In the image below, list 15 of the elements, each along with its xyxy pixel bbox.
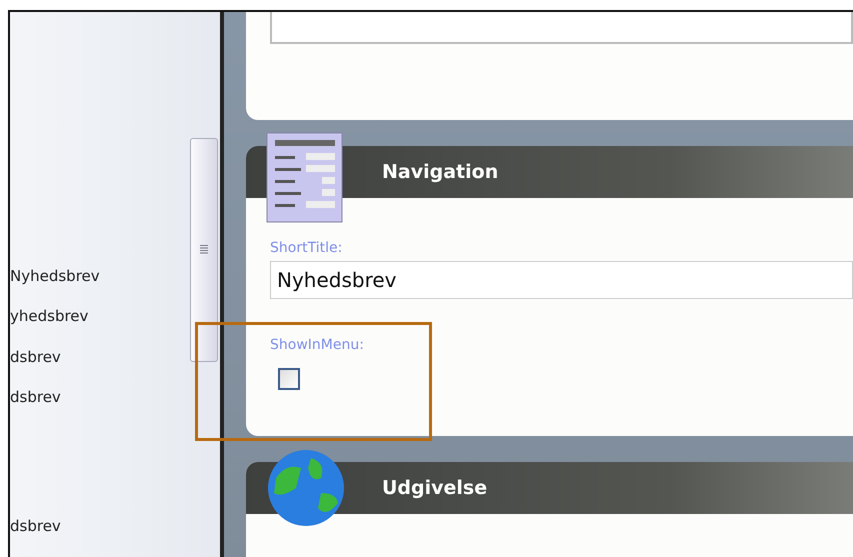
section-title: Navigation: [382, 161, 498, 183]
grip-icon: [200, 245, 208, 255]
field-label: ShowInMenu:: [270, 337, 365, 353]
scrollbar-thumb[interactable]: [190, 138, 218, 362]
list-item[interactable]: dsbrev: [10, 348, 220, 388]
short-title-field[interactable]: Nyhedsbrev: [270, 261, 853, 299]
section-title: Udgivelse: [382, 477, 488, 499]
list-item[interactable]: Nyhedsbrev: [10, 267, 220, 308]
list-item[interactable]: yhedsbrev: [10, 307, 220, 348]
list-item[interactable]: dsbrev: [10, 516, 220, 557]
form-document-icon: [266, 132, 344, 224]
checkbox[interactable]: [278, 368, 300, 390]
field-label: ShortTitle:: [270, 240, 344, 256]
globe-icon: [266, 448, 346, 528]
list-item[interactable]: dsbrev: [10, 388, 220, 429]
